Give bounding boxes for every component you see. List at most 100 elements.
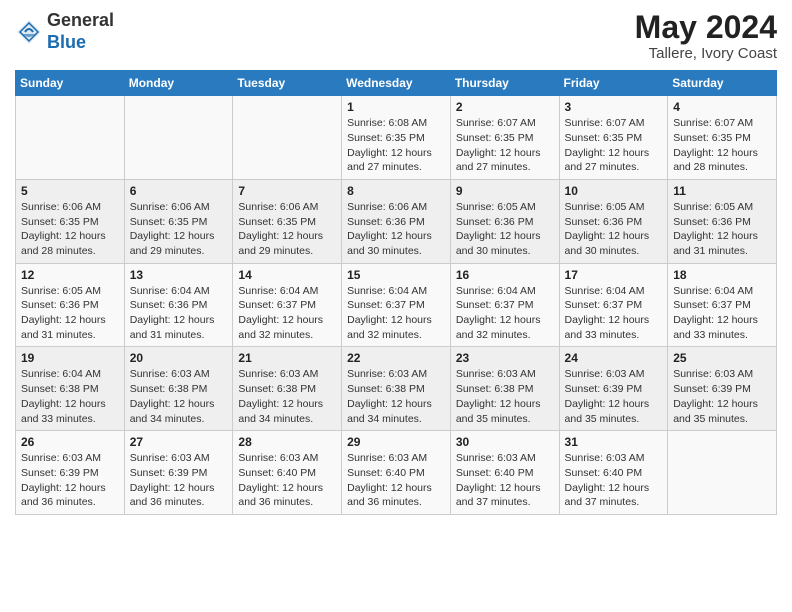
calendar-cell: 6 Sunrise: 6:06 AM Sunset: 6:35 PM Daylig… xyxy=(124,179,233,263)
col-monday: Monday xyxy=(124,71,233,96)
calendar-cell: 7 Sunrise: 6:06 AM Sunset: 6:35 PM Daylig… xyxy=(233,179,342,263)
day-info: Sunrise: 6:03 AM Sunset: 6:38 PM Dayligh… xyxy=(456,367,554,426)
day-number: 23 xyxy=(456,351,554,365)
day-number: 6 xyxy=(130,184,228,198)
day-number: 30 xyxy=(456,435,554,449)
calendar-cell xyxy=(16,96,125,180)
day-number: 4 xyxy=(673,100,771,114)
calendar-cell: 29 Sunrise: 6:03 AM Sunset: 6:40 PM Dayli… xyxy=(342,431,451,515)
logo-icon xyxy=(15,18,43,46)
day-info: Sunrise: 6:04 AM Sunset: 6:36 PM Dayligh… xyxy=(130,284,228,343)
day-info: Sunrise: 6:07 AM Sunset: 6:35 PM Dayligh… xyxy=(673,116,771,175)
day-number: 15 xyxy=(347,268,445,282)
logo: General Blue xyxy=(15,10,114,53)
logo-general: General xyxy=(47,10,114,30)
day-info: Sunrise: 6:04 AM Sunset: 6:37 PM Dayligh… xyxy=(673,284,771,343)
col-friday: Friday xyxy=(559,71,668,96)
day-info: Sunrise: 6:03 AM Sunset: 6:40 PM Dayligh… xyxy=(238,451,336,510)
calendar-cell: 21Sunrise: 6:03 AM Sunset: 6:38 PM Dayli… xyxy=(233,347,342,431)
day-number: 22 xyxy=(347,351,445,365)
day-number: 13 xyxy=(130,268,228,282)
col-saturday: Saturday xyxy=(668,71,777,96)
day-number: 9 xyxy=(456,184,554,198)
calendar-header: Sunday Monday Tuesday Wednesday Thursday… xyxy=(16,71,777,96)
location: Tallere, Ivory Coast xyxy=(635,45,777,62)
day-info: Sunrise: 6:03 AM Sunset: 6:39 PM Dayligh… xyxy=(130,451,228,510)
day-number: 26 xyxy=(21,435,119,449)
day-number: 24 xyxy=(565,351,663,365)
day-info: Sunrise: 6:04 AM Sunset: 6:38 PM Dayligh… xyxy=(21,367,119,426)
day-info: Sunrise: 6:05 AM Sunset: 6:36 PM Dayligh… xyxy=(565,200,663,259)
col-thursday: Thursday xyxy=(450,71,559,96)
day-number: 7 xyxy=(238,184,336,198)
calendar-cell: 16Sunrise: 6:04 AM Sunset: 6:37 PM Dayli… xyxy=(450,263,559,347)
day-info: Sunrise: 6:05 AM Sunset: 6:36 PM Dayligh… xyxy=(673,200,771,259)
day-number: 16 xyxy=(456,268,554,282)
day-number: 3 xyxy=(565,100,663,114)
calendar-cell: 24 Sunrise: 6:03 AM Sunset: 6:39 PM Dayli… xyxy=(559,347,668,431)
calendar-cell: 22 Sunrise: 6:03 AM Sunset: 6:38 PM Dayli… xyxy=(342,347,451,431)
title-block: May 2024 Tallere, Ivory Coast xyxy=(635,10,777,62)
day-number: 29 xyxy=(347,435,445,449)
calendar-cell: 18 Sunrise: 6:04 AM Sunset: 6:37 PM Dayli… xyxy=(668,263,777,347)
calendar-cell: 23 Sunrise: 6:03 AM Sunset: 6:38 PM Dayli… xyxy=(450,347,559,431)
calendar-cell: 11Sunrise: 6:05 AM Sunset: 6:36 PM Dayli… xyxy=(668,179,777,263)
calendar-cell: 9 Sunrise: 6:05 AM Sunset: 6:36 PM Daylig… xyxy=(450,179,559,263)
day-number: 5 xyxy=(21,184,119,198)
day-number: 1 xyxy=(347,100,445,114)
day-info: Sunrise: 6:04 AM Sunset: 6:37 PM Dayligh… xyxy=(565,284,663,343)
day-number: 10 xyxy=(565,184,663,198)
day-info: Sunrise: 6:05 AM Sunset: 6:36 PM Dayligh… xyxy=(21,284,119,343)
day-number: 28 xyxy=(238,435,336,449)
day-number: 17 xyxy=(565,268,663,282)
day-info: Sunrise: 6:06 AM Sunset: 6:35 PM Dayligh… xyxy=(238,200,336,259)
calendar-cell: 31 Sunrise: 6:03 AM Sunset: 6:40 PM Dayli… xyxy=(559,431,668,515)
calendar-cell xyxy=(233,96,342,180)
day-number: 2 xyxy=(456,100,554,114)
calendar-cell: 19Sunrise: 6:04 AM Sunset: 6:38 PM Dayli… xyxy=(16,347,125,431)
calendar-cell: 25Sunrise: 6:03 AM Sunset: 6:39 PM Dayli… xyxy=(668,347,777,431)
day-number: 25 xyxy=(673,351,771,365)
day-info: Sunrise: 6:05 AM Sunset: 6:36 PM Dayligh… xyxy=(456,200,554,259)
calendar-cell: 26 Sunrise: 6:03 AM Sunset: 6:39 PM Dayli… xyxy=(16,431,125,515)
day-info: Sunrise: 6:03 AM Sunset: 6:38 PM Dayligh… xyxy=(238,367,336,426)
day-info: Sunrise: 6:08 AM Sunset: 6:35 PM Dayligh… xyxy=(347,116,445,175)
header-row: Sunday Monday Tuesday Wednesday Thursday… xyxy=(16,71,777,96)
day-info: Sunrise: 6:03 AM Sunset: 6:39 PM Dayligh… xyxy=(565,367,663,426)
day-number: 18 xyxy=(673,268,771,282)
calendar-cell: 15 Sunrise: 6:04 AM Sunset: 6:37 PM Dayli… xyxy=(342,263,451,347)
day-number: 31 xyxy=(565,435,663,449)
col-tuesday: Tuesday xyxy=(233,71,342,96)
day-info: Sunrise: 6:03 AM Sunset: 6:38 PM Dayligh… xyxy=(347,367,445,426)
calendar-cell: 20 Sunrise: 6:03 AM Sunset: 6:38 PM Dayli… xyxy=(124,347,233,431)
day-number: 12 xyxy=(21,268,119,282)
day-info: Sunrise: 6:03 AM Sunset: 6:40 PM Dayligh… xyxy=(565,451,663,510)
calendar-cell: 4 Sunrise: 6:07 AM Sunset: 6:35 PM Daylig… xyxy=(668,96,777,180)
month-year: May 2024 xyxy=(635,10,777,45)
logo-blue-text: Blue xyxy=(47,32,86,52)
day-info: Sunrise: 6:06 AM Sunset: 6:35 PM Dayligh… xyxy=(130,200,228,259)
day-info: Sunrise: 6:03 AM Sunset: 6:39 PM Dayligh… xyxy=(21,451,119,510)
day-info: Sunrise: 6:04 AM Sunset: 6:37 PM Dayligh… xyxy=(347,284,445,343)
day-info: Sunrise: 6:07 AM Sunset: 6:35 PM Dayligh… xyxy=(565,116,663,175)
calendar-week-4: 26 Sunrise: 6:03 AM Sunset: 6:39 PM Dayli… xyxy=(16,431,777,515)
calendar-body: 1 Sunrise: 6:08 AM Sunset: 6:35 PM Daylig… xyxy=(16,96,777,515)
calendar-cell: 30Sunrise: 6:03 AM Sunset: 6:40 PM Dayli… xyxy=(450,431,559,515)
day-info: Sunrise: 6:03 AM Sunset: 6:38 PM Dayligh… xyxy=(130,367,228,426)
calendar-cell: 2Sunrise: 6:07 AM Sunset: 6:35 PM Daylig… xyxy=(450,96,559,180)
calendar-cell xyxy=(668,431,777,515)
calendar-week-2: 12 Sunrise: 6:05 AM Sunset: 6:36 PM Dayli… xyxy=(16,263,777,347)
calendar-cell: 27 Sunrise: 6:03 AM Sunset: 6:39 PM Dayli… xyxy=(124,431,233,515)
day-number: 20 xyxy=(130,351,228,365)
calendar-week-0: 1 Sunrise: 6:08 AM Sunset: 6:35 PM Daylig… xyxy=(16,96,777,180)
calendar-cell: 8Sunrise: 6:06 AM Sunset: 6:36 PM Daylig… xyxy=(342,179,451,263)
calendar-week-3: 19Sunrise: 6:04 AM Sunset: 6:38 PM Dayli… xyxy=(16,347,777,431)
day-number: 14 xyxy=(238,268,336,282)
calendar-cell: 12 Sunrise: 6:05 AM Sunset: 6:36 PM Dayli… xyxy=(16,263,125,347)
day-info: Sunrise: 6:04 AM Sunset: 6:37 PM Dayligh… xyxy=(238,284,336,343)
day-info: Sunrise: 6:03 AM Sunset: 6:40 PM Dayligh… xyxy=(347,451,445,510)
page-container: General Blue May 2024 Tallere, Ivory Coa… xyxy=(0,0,792,525)
calendar-cell: 28 Sunrise: 6:03 AM Sunset: 6:40 PM Dayli… xyxy=(233,431,342,515)
calendar-week-1: 5 Sunrise: 6:06 AM Sunset: 6:35 PM Daylig… xyxy=(16,179,777,263)
day-number: 27 xyxy=(130,435,228,449)
